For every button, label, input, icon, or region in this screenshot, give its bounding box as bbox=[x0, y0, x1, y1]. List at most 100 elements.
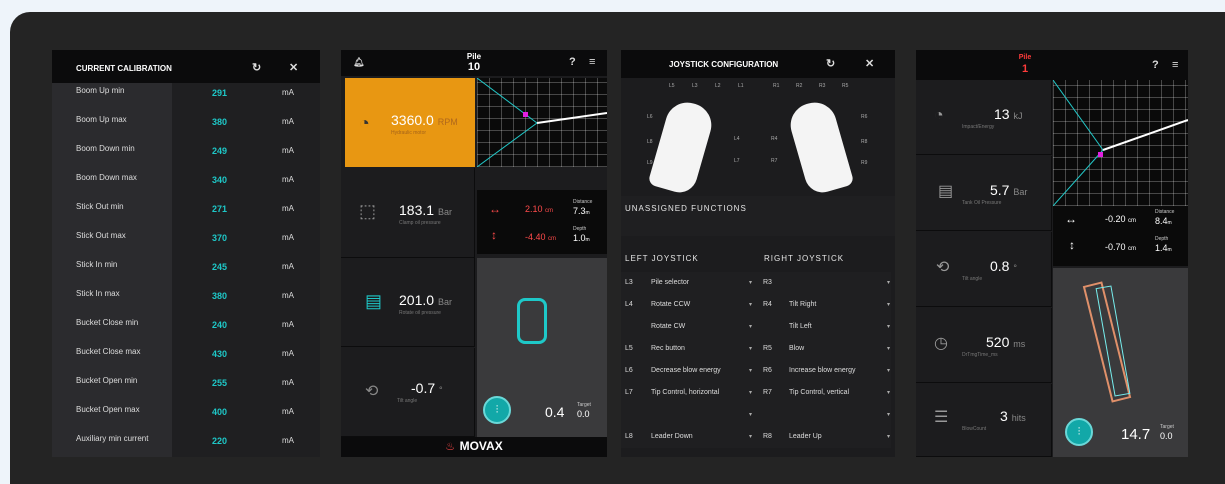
rotate-sub: Rotate oil pressure bbox=[399, 310, 441, 316]
chevron-down-icon[interactable]: ▾ bbox=[749, 367, 752, 374]
right-key: R5 bbox=[763, 345, 772, 352]
left-function-select[interactable]: Rec button bbox=[651, 345, 685, 352]
right-key: R4 bbox=[763, 301, 772, 308]
right-key: R8 bbox=[763, 433, 772, 440]
left-function-select[interactable]: Rotate CW bbox=[651, 323, 685, 330]
left-function-select[interactable]: Decrease blow energy bbox=[651, 367, 721, 374]
chevron-down-icon[interactable]: ▾ bbox=[749, 301, 752, 308]
tilt-tile-2[interactable]: ⟲ 0.8 ° Tilt angle bbox=[916, 232, 1052, 307]
chevron-down-icon[interactable]: ▾ bbox=[749, 323, 752, 330]
left-function-select[interactable]: Tip Control, horizontal bbox=[651, 389, 719, 396]
chevron-down-icon[interactable]: ▾ bbox=[887, 345, 890, 352]
perspective-grid bbox=[476, 77, 607, 168]
calibration-value: 291 bbox=[212, 88, 228, 98]
calibration-row[interactable]: Boom Up min 291 mA bbox=[52, 83, 320, 112]
chevron-down-icon[interactable]: ▾ bbox=[749, 433, 752, 440]
left-function-select[interactable]: Leader Down bbox=[651, 433, 693, 440]
horizontal-unit-2: cm bbox=[1128, 218, 1137, 224]
chevron-down-icon[interactable]: ▾ bbox=[887, 433, 890, 440]
tank-pressure-tile[interactable]: ▤ 5.7 Bar Tank Oil Pressure bbox=[916, 156, 1052, 231]
refresh-icon[interactable]: ↻ bbox=[252, 63, 261, 74]
joystick-button-label: R9 bbox=[861, 160, 868, 166]
joystick-button-label: L3 bbox=[692, 83, 698, 89]
calibration-row[interactable]: Stick In max 380 mA bbox=[52, 286, 320, 315]
rotate-pressure-tile[interactable]: ▤ 201.0 Bar Rotate oil pressure bbox=[341, 258, 475, 347]
calibration-row[interactable]: Boom Down max 340 mA bbox=[52, 170, 320, 199]
calibration-row[interactable]: Bucket Close max 430 mA bbox=[52, 344, 320, 373]
tilt-tile[interactable]: ⟲ -0.7 ° Tilt angle bbox=[341, 348, 475, 437]
target-label-2: Target bbox=[1160, 424, 1174, 430]
calibration-value: 240 bbox=[212, 320, 228, 330]
right-function-select[interactable]: Tilt Left bbox=[789, 323, 812, 330]
energy-tile[interactable]: ◔ 13 kJ Impact/Energy bbox=[916, 80, 1052, 155]
tilt-icon: ⟲ bbox=[365, 383, 379, 400]
help-icon[interactable]: ? bbox=[1152, 60, 1159, 71]
chevron-down-icon[interactable]: ▾ bbox=[887, 367, 890, 374]
right-function-select[interactable]: Blow bbox=[789, 345, 804, 352]
settings-badge[interactable]: ⫶ bbox=[483, 396, 511, 424]
blowcount-tile[interactable]: ☰ 3 hits BlowCount bbox=[916, 384, 1052, 457]
chevron-down-icon[interactable]: ▾ bbox=[749, 389, 752, 396]
menu-icon[interactable]: ≡ bbox=[589, 57, 595, 68]
target-value: 0.0 bbox=[577, 409, 590, 419]
calibration-row[interactable]: Auxiliary min current 220 mA bbox=[52, 431, 320, 457]
chevron-down-icon[interactable]: ▾ bbox=[887, 301, 890, 308]
chevron-down-icon[interactable]: ▾ bbox=[749, 279, 752, 286]
chevron-down-icon[interactable]: ▾ bbox=[749, 345, 752, 352]
tilt-sub: Tilt angle bbox=[397, 398, 418, 404]
help-icon[interactable]: ? bbox=[569, 57, 576, 68]
calibration-label: Stick In max bbox=[76, 289, 120, 298]
calibration-row[interactable]: Stick Out max 370 mA bbox=[52, 228, 320, 257]
chevron-down-icon[interactable]: ▾ bbox=[887, 389, 890, 396]
calibration-value: 430 bbox=[212, 349, 228, 359]
calibration-row[interactable]: Stick In min 245 mA bbox=[52, 257, 320, 286]
calibration-row[interactable]: Boom Up max 380 mA bbox=[52, 112, 320, 141]
menu-icon[interactable]: ≡ bbox=[1172, 60, 1178, 71]
joystick-mapping-row: Rotate CW ▾ Tilt Left ▾ bbox=[621, 316, 891, 338]
left-key: L7 bbox=[625, 389, 633, 396]
rpm-tile[interactable]: ◔ 3360.0 RPM Hydraulic motor bbox=[345, 78, 475, 167]
calibration-row[interactable]: Stick Out min 271 mA bbox=[52, 199, 320, 228]
calibration-unit: mA bbox=[282, 436, 294, 445]
settings-badge[interactable]: ⫶ bbox=[1065, 418, 1093, 446]
calibration-row[interactable]: Boom Down min 249 mA bbox=[52, 141, 320, 170]
refresh-icon[interactable]: ↻ bbox=[826, 59, 835, 70]
left-joystick-title: LEFT JOYSTICK bbox=[625, 254, 699, 263]
left-function-select[interactable]: Pile selector bbox=[651, 279, 689, 286]
left-function-select[interactable]: Rotate CCW bbox=[651, 301, 690, 308]
horizontal-arrow-icon: ↔ bbox=[1065, 212, 1077, 226]
calibration-row[interactable]: Bucket Open min 255 mA bbox=[52, 373, 320, 402]
depth-label: Depth bbox=[573, 226, 587, 232]
rotate-icon: ▤ bbox=[365, 291, 383, 311]
left-key: L3 bbox=[625, 279, 633, 286]
unassigned-title: UNASSIGNED FUNCTIONS bbox=[625, 204, 747, 213]
target-value-2: 0.0 bbox=[1160, 431, 1173, 441]
chevron-down-icon[interactable]: ▾ bbox=[887, 279, 890, 286]
chevron-down-icon[interactable]: ▾ bbox=[887, 411, 890, 418]
calibration-unit: mA bbox=[282, 88, 294, 97]
time-tile[interactable]: ◷ 520 ms DrTmgTime_ms bbox=[916, 308, 1052, 383]
clamp-pressure-tile[interactable]: ⬚ 183.1 Bar Clamp oil pressure bbox=[341, 168, 475, 258]
chevron-down-icon[interactable]: ▾ bbox=[887, 323, 890, 330]
close-icon[interactable]: ✕ bbox=[289, 63, 298, 74]
chevron-down-icon[interactable]: ▾ bbox=[749, 411, 752, 418]
calibration-row[interactable]: Bucket Close min 240 mA bbox=[52, 315, 320, 344]
distance-unit: m bbox=[585, 210, 590, 216]
right-function-select[interactable]: Leader Up bbox=[789, 433, 822, 440]
joystick-button-label: R2 bbox=[796, 83, 803, 89]
right-function-select[interactable]: Tilt Right bbox=[789, 301, 816, 308]
right-function-select[interactable]: Increase blow energy bbox=[789, 367, 856, 374]
tilt-icon: ⟲ bbox=[936, 259, 950, 276]
pile-header: 🔔︎ Pile 10 ? ≡ bbox=[341, 50, 607, 76]
close-icon[interactable]: ✕ bbox=[865, 59, 874, 70]
left-key: L6 bbox=[625, 367, 633, 374]
joystick-mapping-row: L4 Rotate CCW ▾ R4 Tilt Right ▾ bbox=[621, 294, 891, 316]
right-function-select[interactable]: Tip Control, vertical bbox=[789, 389, 849, 396]
rpm-unit: RPM bbox=[437, 117, 458, 127]
calibration-value: 220 bbox=[212, 436, 228, 446]
distance-value-2: 8.4 bbox=[1155, 216, 1168, 226]
gauge-icon: ◔ bbox=[359, 113, 370, 133]
depth-unit-2: m bbox=[1167, 247, 1172, 253]
clamp-unit: Bar bbox=[437, 207, 452, 217]
calibration-row[interactable]: Bucket Open max 400 mA bbox=[52, 402, 320, 431]
